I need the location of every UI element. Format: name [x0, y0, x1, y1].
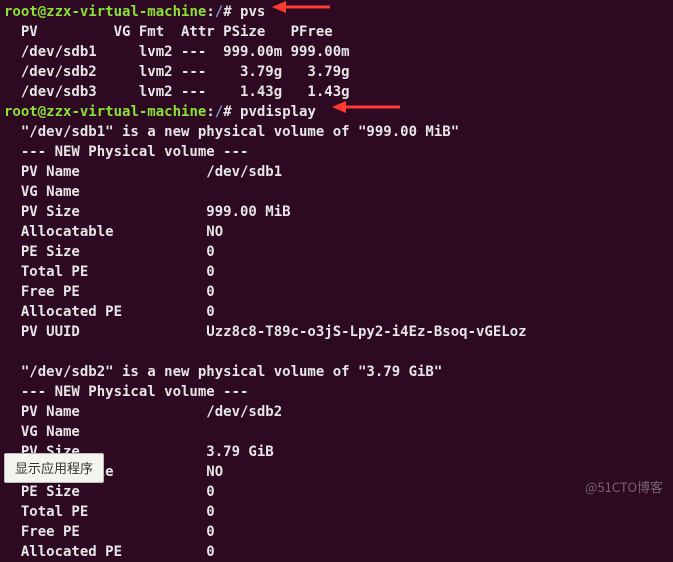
free-pe: Free PE 0	[4, 522, 669, 542]
blank-line	[4, 342, 669, 362]
vg-name: VG Name	[4, 422, 669, 442]
watermark: @51CTO博客	[585, 477, 663, 497]
vg-name: VG Name	[4, 182, 669, 202]
prompt-at: @	[38, 4, 46, 20]
prompt-path: /	[215, 4, 223, 20]
pv-name: PV Name /dev/sdb1	[4, 162, 669, 182]
pe-size: PE Size 0	[4, 242, 669, 262]
pvs-row: /dev/sdb2 lvm2 --- 3.79g 3.79g	[4, 62, 669, 82]
command-pvdisplay[interactable]: pvdisplay	[240, 104, 316, 120]
pvd-head-2: "/dev/sdb2" is a new physical volume of …	[4, 362, 669, 382]
prompt-host: zzx-virtual-machine	[46, 4, 206, 20]
arrow-annotation-icon	[272, 0, 332, 16]
prompt-line-1: root@zzx-virtual-machine:/# pvs	[4, 2, 669, 22]
pv-uuid: PV UUID Uzz8c8-T89c-o3jS-Lpy2-i4Ez-Bsoq-…	[4, 322, 669, 342]
allocated-pe: Allocated PE 0	[4, 302, 669, 322]
total-pe: Total PE 0	[4, 502, 669, 522]
total-pe: Total PE 0	[4, 262, 669, 282]
prompt-colon: :	[206, 4, 214, 20]
pvs-row: /dev/sdb1 lvm2 --- 999.00m 999.00m	[4, 42, 669, 62]
pv-name: PV Name /dev/sdb2	[4, 402, 669, 422]
allocated-pe: Allocated PE 0	[4, 542, 669, 562]
tooltip-show-applications: 显示应用程序	[4, 453, 104, 483]
pvd-sep-1: --- NEW Physical volume ---	[4, 142, 669, 162]
pv-size: PV Size 999.00 MiB	[4, 202, 669, 222]
free-pe: Free PE 0	[4, 282, 669, 302]
pvs-header: PV VG Fmt Attr PSize PFree	[4, 22, 669, 42]
command-pvs[interactable]: pvs	[240, 4, 265, 20]
prompt-user: root	[4, 4, 38, 20]
allocatable: Allocatable NO	[4, 222, 669, 242]
pvd-sep-2: --- NEW Physical volume ---	[4, 382, 669, 402]
pe-size: PE Size 0	[4, 482, 669, 502]
prompt-hash: #	[223, 4, 240, 20]
pvd-head-1: "/dev/sdb1" is a new physical volume of …	[4, 122, 669, 142]
arrow-annotation-icon	[332, 98, 402, 116]
